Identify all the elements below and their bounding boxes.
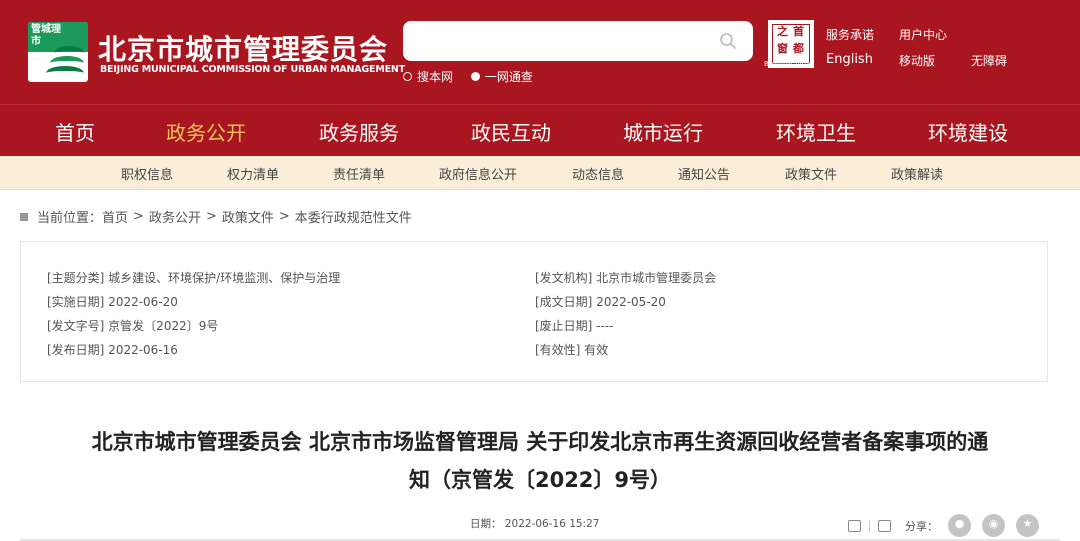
subnav-item[interactable]: 职权信息 — [121, 164, 173, 183]
meta-issuing-agency: [发文机构] 北京市城市管理委员会 — [535, 271, 717, 285]
wechat-share-icon[interactable]: ● — [948, 514, 971, 537]
site-subtitle: BEIJING MUNICIPAL COMMISSION OF URBAN MA… — [100, 64, 405, 75]
link-english[interactable]: English — [826, 52, 873, 67]
breadcrumb-item-current[interactable]: 本委行政规范性文件 — [295, 207, 412, 226]
radio-icon — [403, 72, 412, 81]
meta-publish-date: [发布日期] 2022-06-16 — [47, 343, 178, 357]
seal-char: 都 — [793, 42, 804, 55]
article-tools: 分享： ● ◉ ★ — [848, 514, 1050, 537]
subnav-item[interactable]: 政策文件 — [785, 164, 837, 183]
nav-home[interactable]: 首页 — [55, 117, 95, 146]
site-header: 管城理市 北京市城市管理委员会 BEIJING MUNICIPAL COMMIS… — [0, 0, 1080, 104]
main-nav: 首页 政务公开 政务服务 政民互动 城市运行 环境卫生 环境建设 — [0, 104, 1080, 156]
seal-char: 之 — [777, 25, 788, 38]
location-icon — [20, 212, 28, 221]
seal-char: 窗 — [777, 42, 788, 55]
sub-nav: 职权信息 权力清单 责任清单 政府信息公开 动态信息 通知公告 政策文件 政策解… — [0, 156, 1080, 190]
article-title-line: 知（京管发〔2022〕9号） — [408, 468, 672, 492]
site-title[interactable]: 北京市城市管理委员会 — [98, 28, 388, 68]
search-scope-site[interactable]: 搜本网 — [403, 68, 453, 85]
subnav-item[interactable]: 政策解读 — [891, 164, 943, 183]
seal-caption: Beijing-China — [764, 60, 811, 68]
subnav-item[interactable]: 责任清单 — [333, 164, 385, 183]
search-scope-all-label: 一网通查 — [484, 70, 533, 84]
image-icon[interactable] — [848, 519, 861, 532]
nav-sanitation[interactable]: 环境卫生 — [776, 117, 856, 146]
logo-text: 管城理市 — [31, 24, 61, 47]
subnav-item[interactable]: 政府信息公开 — [439, 164, 517, 183]
chevron-right-icon: > — [278, 209, 290, 224]
search-icon[interactable] — [719, 32, 737, 50]
divider — [869, 519, 870, 532]
nav-city-operation[interactable]: 城市运行 — [623, 117, 703, 146]
meta-effective-date: [实施日期] 2022-06-20 — [47, 295, 178, 309]
seal-char: 首 — [793, 25, 804, 38]
chevron-right-icon: > — [133, 209, 144, 224]
breadcrumb-item-home[interactable]: 首页 — [102, 207, 128, 226]
article-title-line: 北京市城市管理委员会 北京市市场监督管理局 关于印发北京市再生资源回收经营者备案… — [91, 430, 989, 454]
article-title: 北京市城市管理委员会 北京市市场监督管理局 关于印发北京市再生资源回收经营者备案… — [20, 423, 1060, 499]
favorite-star-icon[interactable]: ★ — [1016, 514, 1039, 537]
weibo-share-icon[interactable]: ◉ — [982, 514, 1005, 537]
search-box — [403, 21, 753, 61]
nav-government-affairs-disclosure[interactable]: 政务公开 — [166, 117, 246, 146]
search-input[interactable] — [413, 27, 713, 55]
link-mobile-version[interactable]: 移动版 — [899, 52, 935, 69]
meta-written-date: [成文日期] 2022-05-20 — [535, 295, 666, 309]
meta-topic-category: [主题分类] 城乡建设、环境保护/环境监测、保护与治理 — [47, 271, 341, 285]
subnav-item[interactable]: 动态信息 — [572, 164, 624, 183]
subnav-item[interactable]: 通知公告 — [678, 164, 730, 183]
nav-environment-construction[interactable]: 环境建设 — [928, 117, 1008, 146]
site-logo[interactable]: 管城理市 — [28, 22, 88, 82]
link-user-center[interactable]: 用户中心 — [899, 26, 947, 43]
meta-document-number: [发文字号] 京管发〔2022〕9号 — [47, 319, 219, 333]
chevron-right-icon: > — [205, 209, 217, 224]
subnav-item[interactable]: 权力清单 — [227, 164, 279, 183]
logo-arc — [46, 66, 84, 80]
meta-repeal-date: [废止日期] ---- — [535, 319, 614, 333]
nav-public-interaction[interactable]: 政民互动 — [471, 117, 551, 146]
link-service-commitment[interactable]: 服务承诺 — [826, 26, 874, 43]
radio-selected-icon — [470, 72, 480, 81]
document-metadata-box: [主题分类] 城乡建设、环境保护/环境监测、保护与治理 [实施日期] 2022-… — [20, 241, 1048, 382]
breadcrumb-prefix: 当前位置： — [37, 211, 103, 226]
share-label: 分享： — [905, 519, 938, 533]
search-scope-site-label: 搜本网 — [417, 70, 454, 84]
breadcrumb-item-policy-docs[interactable]: 政策文件 — [222, 207, 274, 226]
nav-government-services[interactable]: 政务服务 — [319, 117, 399, 146]
search-scope-options: 搜本网 一网通查 — [403, 68, 547, 85]
print-icon[interactable] — [878, 519, 891, 532]
meta-validity: [有效性] 有效 — [535, 343, 609, 357]
breadcrumb-item-disclosure[interactable]: 政务公开 — [149, 207, 201, 226]
article-date: 日期： 2022-06-16 15:27 — [470, 518, 600, 530]
breadcrumb: 当前位置： 首页 > 政务公开 > 政策文件 > 本委行政规范性文件 — [20, 207, 412, 226]
search-scope-all[interactable]: 一网通查 — [470, 68, 533, 85]
link-accessibility[interactable]: 无障碍 — [971, 52, 1007, 69]
